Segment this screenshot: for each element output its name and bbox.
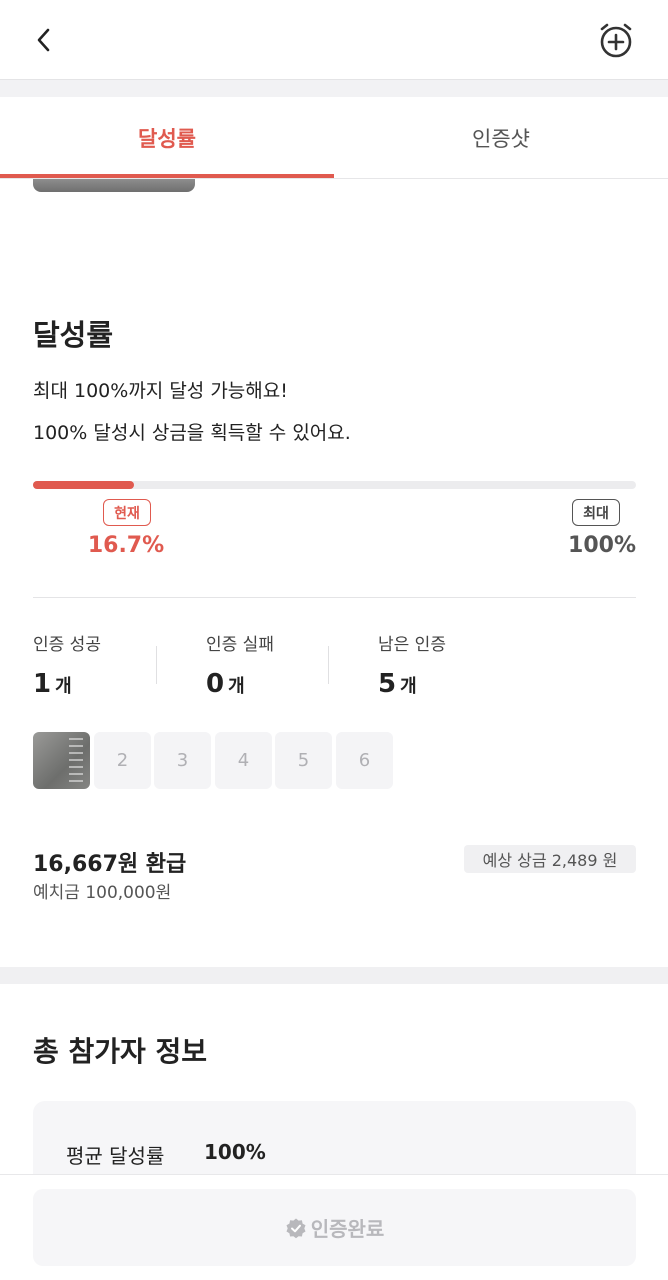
proof-photo-preview bbox=[33, 179, 195, 192]
stat-count: 1개 bbox=[33, 669, 72, 699]
participants-title: 총 참가자 정보 bbox=[33, 1035, 208, 1068]
proof-thumbnail-slot: 3 bbox=[154, 732, 211, 789]
tab-bar: 달성률 인증샷 bbox=[0, 97, 668, 179]
refund-amount: 16,667원 환급 bbox=[33, 852, 187, 877]
section-divider bbox=[0, 80, 668, 97]
tab-proof-photos[interactable]: 인증샷 bbox=[334, 97, 668, 179]
alarm-add-button[interactable] bbox=[594, 18, 638, 62]
deposit-amount: 예치금 100,000원 bbox=[33, 883, 172, 903]
back-button[interactable] bbox=[26, 22, 62, 58]
achievement-description-2: 100% 달성시 상금을 획득할 수 있어요. bbox=[33, 422, 351, 444]
achievement-progress-bar bbox=[33, 481, 636, 489]
stat-fail: 인증 실패 0개 bbox=[206, 630, 274, 699]
average-achievement-label: 평균 달성률 bbox=[66, 1144, 165, 1168]
proof-thumbnail-slot: 2 bbox=[94, 732, 151, 789]
achievement-title: 달성률 bbox=[33, 318, 114, 352]
achievement-description-1: 최대 100%까지 달성 가능해요! bbox=[33, 380, 288, 402]
stat-separator bbox=[328, 646, 329, 684]
expected-prize-badge: 예상 상금 2,489 원 bbox=[464, 845, 636, 873]
max-value: 100% bbox=[568, 533, 636, 558]
divider bbox=[33, 597, 636, 598]
alarm-add-icon bbox=[600, 23, 632, 58]
verify-complete-button[interactable]: 인증완료 bbox=[33, 1189, 636, 1266]
proof-thumbnail-1[interactable] bbox=[33, 732, 90, 789]
stat-label: 남은 인증 bbox=[378, 635, 446, 655]
current-value: 16.7% bbox=[87, 533, 165, 558]
stat-remaining: 남은 인증 5개 bbox=[378, 630, 446, 699]
top-bar bbox=[0, 0, 668, 80]
active-tab-indicator bbox=[0, 174, 334, 178]
proof-thumbnail-slot: 5 bbox=[275, 732, 332, 789]
max-badge: 최대 bbox=[572, 499, 620, 526]
stat-separator bbox=[156, 646, 157, 684]
chevron-left-icon bbox=[37, 28, 50, 52]
stat-count: 0개 bbox=[206, 669, 245, 699]
verify-complete-label: 인증완료 bbox=[310, 1217, 385, 1241]
verified-check-icon bbox=[286, 1218, 306, 1238]
section-divider bbox=[0, 967, 668, 984]
stat-count: 5개 bbox=[378, 669, 417, 699]
proof-thumbnail-slot: 4 bbox=[215, 732, 272, 789]
average-achievement-value: 100% bbox=[204, 1140, 266, 1164]
current-badge: 현재 bbox=[103, 499, 151, 526]
proof-thumbnail-slot: 6 bbox=[336, 732, 393, 789]
stat-label: 인증 성공 bbox=[33, 635, 101, 655]
tab-achievement[interactable]: 달성률 bbox=[0, 97, 334, 179]
progress-fill bbox=[33, 481, 134, 489]
stat-label: 인증 실패 bbox=[206, 635, 274, 655]
stat-success: 인증 성공 1개 bbox=[33, 630, 101, 699]
